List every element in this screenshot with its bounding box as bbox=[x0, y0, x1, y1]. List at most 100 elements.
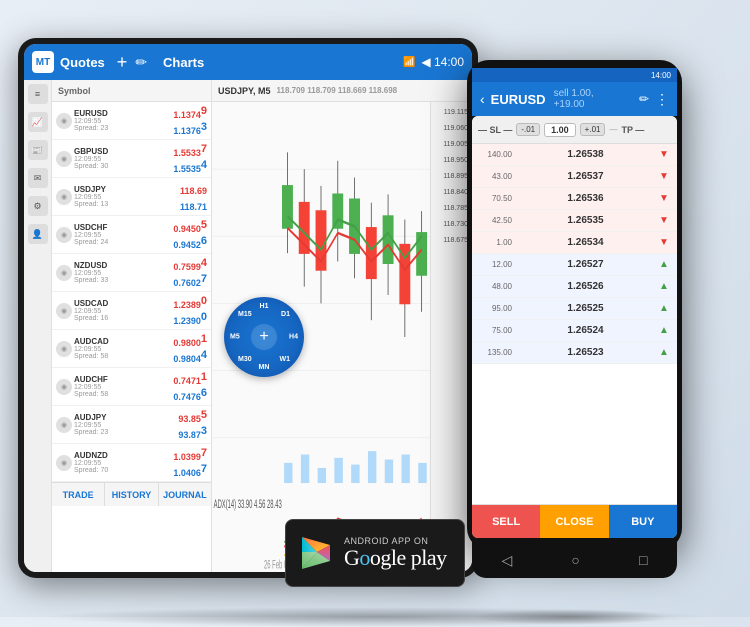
quote-time: 12:09:55 bbox=[74, 270, 171, 277]
phone-sell-info: sell 1.00, +19.00 bbox=[554, 88, 627, 110]
quote-info: AUDCHF 12:09:55 Spread: 58 bbox=[74, 375, 171, 398]
quote-time: 12:09:55 bbox=[74, 232, 171, 239]
quote-row[interactable]: ◉ USDJPY 12:09:55 Spread: 13 118.69 118.… bbox=[52, 178, 211, 216]
sl-plus-btn[interactable]: +.01 bbox=[580, 123, 606, 136]
tablet-status-icons: 📶 bbox=[403, 57, 415, 68]
quote-bid: 1.13749 bbox=[173, 105, 207, 120]
phone-menu-icon[interactable]: ⋮ bbox=[655, 91, 669, 108]
journal-tab[interactable]: JOURNAL bbox=[159, 483, 211, 506]
order-book-row[interactable]: 1.00 1.26534 ▼ bbox=[472, 232, 677, 254]
price-tick-2: 119.060 bbox=[431, 120, 472, 136]
order-volume: 12.00 bbox=[476, 260, 512, 269]
quote-spread: Spread: 23 bbox=[74, 429, 176, 436]
phone-controls: — SL — -.01 1.00 +.01 — TP — bbox=[472, 116, 677, 144]
quote-row[interactable]: ◉ EURUSD 12:09:55 Spread: 23 1.13749 1.1… bbox=[52, 102, 211, 140]
quote-name: EURUSD bbox=[74, 109, 171, 118]
order-book-row[interactable]: 12.00 1.26527 ▲ bbox=[472, 254, 677, 276]
quote-row[interactable]: ◉ NZDUSD 12:09:55 Spread: 33 0.75994 0.7… bbox=[52, 254, 211, 292]
order-direction-icon: ▲ bbox=[659, 347, 673, 358]
order-direction-icon: ▲ bbox=[659, 303, 673, 314]
quote-icon: ◉ bbox=[56, 227, 72, 243]
quote-bid: 1.55337 bbox=[173, 143, 207, 158]
quote-row[interactable]: ◉ AUDNZD 12:09:55 Spread: 70 1.03997 1.0… bbox=[52, 444, 211, 482]
chart-header: USDJPY, M5 118.709 118.709 118.669 118.6… bbox=[212, 80, 472, 102]
tf-h4: H4 bbox=[289, 334, 298, 341]
quote-row[interactable]: ◉ GBPUSD 12:09:55 Spread: 30 1.55337 1.5… bbox=[52, 140, 211, 178]
wheel-center[interactable]: + bbox=[251, 324, 277, 350]
chart-body: ADX(14) 33.90 4.56 28.43 26 Feb 03:10 26… bbox=[212, 102, 472, 572]
quote-ask: 1.04067 bbox=[173, 463, 207, 478]
badge-bottom-text: Google play bbox=[344, 546, 447, 570]
quotes-panel: Symbol ◉ EURUSD 12:09:55 Spread: 23 1.13… bbox=[52, 80, 212, 572]
tf-mn: MN bbox=[259, 364, 270, 371]
quote-icon: ◉ bbox=[56, 303, 72, 319]
quote-row[interactable]: ◉ USDCHF 12:09:55 Spread: 24 0.94505 0.9… bbox=[52, 216, 211, 254]
price-tick-7: 118.785 bbox=[431, 200, 472, 216]
order-book-row[interactable]: 75.00 1.26524 ▲ bbox=[472, 320, 677, 342]
quote-time: 12:09:55 bbox=[74, 118, 171, 125]
quote-spread: Spread: 70 bbox=[74, 467, 171, 474]
tf-m5: M5 bbox=[230, 334, 240, 341]
order-direction-icon: ▲ bbox=[659, 325, 673, 336]
quote-name: USDCAD bbox=[74, 299, 171, 308]
quote-prices: 1.13749 1.13763 bbox=[173, 105, 207, 136]
quote-spread: Spread: 24 bbox=[74, 239, 171, 246]
sidebar-icon-news[interactable]: 📰 bbox=[28, 140, 48, 160]
quote-row[interactable]: ◉ AUDJPY 12:09:55 Spread: 23 93.855 93.8… bbox=[52, 406, 211, 444]
timeframe-wheel[interactable]: H1 H4 MN M5 D1 M15 M30 W1 + bbox=[224, 297, 304, 377]
order-book-row[interactable]: 48.00 1.26526 ▲ bbox=[472, 276, 677, 298]
tf-w1: W1 bbox=[280, 356, 291, 363]
quotes-tab-label[interactable]: Quotes bbox=[60, 55, 105, 70]
home-nav-button[interactable]: ○ bbox=[571, 552, 579, 568]
quote-icon: ◉ bbox=[56, 151, 72, 167]
order-book-row[interactable]: 42.50 1.26535 ▼ bbox=[472, 210, 677, 232]
order-book-row[interactable]: 43.00 1.26537 ▼ bbox=[472, 166, 677, 188]
tf-m15: M15 bbox=[238, 311, 252, 318]
charts-tab-label[interactable]: Charts bbox=[163, 55, 204, 70]
sell-button[interactable]: SELL bbox=[472, 505, 540, 538]
order-price: 1.26537 bbox=[512, 171, 659, 182]
order-book-row[interactable]: 70.50 1.26536 ▼ bbox=[472, 188, 677, 210]
right-price-column: 119.115 119.060 119.005 118.950 118.895 … bbox=[430, 102, 472, 572]
quote-name: AUDJPY bbox=[74, 413, 176, 422]
sidebar-icon-mail[interactable]: ✉ bbox=[28, 168, 48, 188]
trade-tab[interactable]: TRADE bbox=[52, 483, 105, 506]
order-book-row[interactable]: 95.00 1.26525 ▲ bbox=[472, 298, 677, 320]
order-quantity[interactable]: 1.00 bbox=[544, 123, 576, 137]
quote-ask: 1.23900 bbox=[173, 311, 207, 326]
quote-info: AUDJPY 12:09:55 Spread: 23 bbox=[74, 413, 176, 436]
quote-row[interactable]: ◉ USDCAD 12:09:55 Spread: 16 1.23890 1.2… bbox=[52, 292, 211, 330]
buy-button[interactable]: BUY bbox=[609, 505, 677, 538]
sidebar-icon-settings[interactable]: ⚙ bbox=[28, 196, 48, 216]
quote-prices: 0.75994 0.76027 bbox=[173, 257, 207, 288]
sidebar-icon-chart[interactable]: 📈 bbox=[28, 112, 48, 132]
price-tick-4: 118.950 bbox=[431, 152, 472, 168]
quote-row[interactable]: ◉ AUDCAD 12:09:55 Spread: 58 0.98001 0.9… bbox=[52, 330, 211, 368]
order-price: 1.26534 bbox=[512, 237, 659, 248]
phone-edit-icon[interactable]: ✏ bbox=[639, 92, 649, 106]
tf-h1: H1 bbox=[260, 303, 269, 310]
sidebar-icon-quotes[interactable]: ≡ bbox=[28, 84, 48, 104]
sidebar-icon-account[interactable]: 👤 bbox=[28, 224, 48, 244]
order-book-row[interactable]: 140.00 1.26538 ▼ bbox=[472, 144, 677, 166]
google-play-badge[interactable]: ANDROID APP ON Google play bbox=[285, 519, 465, 587]
history-tab[interactable]: HISTORY bbox=[105, 483, 158, 506]
order-price: 1.26538 bbox=[512, 149, 659, 160]
back-nav-button[interactable]: ◁ bbox=[502, 552, 513, 569]
back-button[interactable]: ‹ bbox=[480, 91, 485, 107]
order-volume: 48.00 bbox=[476, 282, 512, 291]
chart-area: USDJPY, M5 118.709 118.709 118.669 118.6… bbox=[212, 80, 472, 572]
price-tick-5: 118.895 bbox=[431, 168, 472, 184]
quote-bid: 93.855 bbox=[178, 409, 207, 424]
chart-canvas[interactable]: ADX(14) 33.90 4.56 28.43 26 Feb 03:10 26… bbox=[212, 102, 430, 572]
edit-button[interactable]: ✏ bbox=[135, 54, 147, 71]
quote-bid: 118.69 bbox=[180, 181, 207, 196]
order-direction-icon: ▼ bbox=[659, 149, 673, 160]
add-quote-button[interactable]: + bbox=[117, 52, 128, 73]
recent-nav-button[interactable]: □ bbox=[639, 552, 647, 568]
order-book-row[interactable]: 135.00 1.26523 ▲ bbox=[472, 342, 677, 364]
wheel-circle: H1 H4 MN M5 D1 M15 M30 W1 + bbox=[224, 297, 304, 377]
close-button[interactable]: CLOSE bbox=[540, 505, 608, 538]
sl-minus-btn[interactable]: -.01 bbox=[516, 123, 540, 136]
quote-row[interactable]: ◉ AUDCHF 12:09:55 Spread: 58 0.74711 0.7… bbox=[52, 368, 211, 406]
